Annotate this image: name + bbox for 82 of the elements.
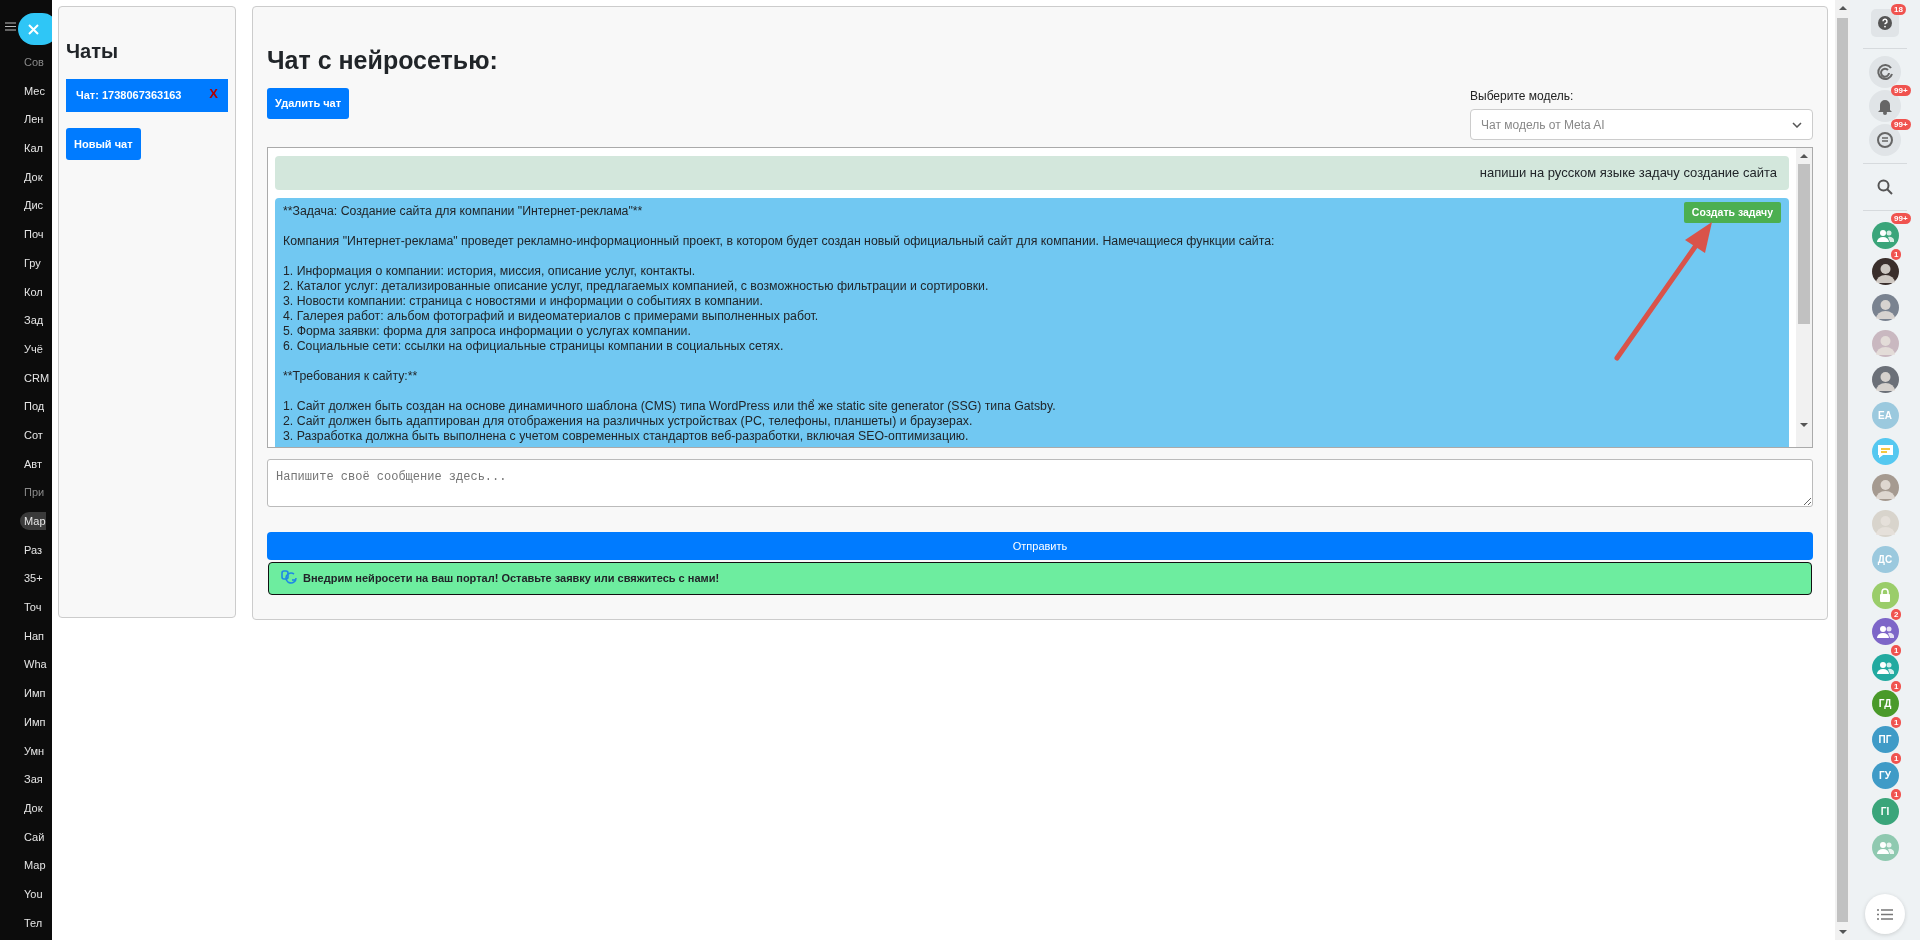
delete-chat-button[interactable]: Удалить чат	[267, 88, 350, 119]
count-badge: 1	[1891, 789, 1902, 800]
menu-item[interactable]: Умн	[24, 744, 45, 757]
list-button[interactable]	[1865, 894, 1905, 934]
menu-item[interactable]: Зая	[24, 773, 43, 786]
lock-icon	[1879, 588, 1891, 602]
panel-title: Чаты	[66, 39, 120, 63]
new-chat-button[interactable]: Новый чат	[66, 127, 141, 160]
chevron-icon	[1792, 121, 1802, 128]
people-icon	[1876, 660, 1894, 674]
chat-item[interactable]: Чат: 1738067363163 X	[66, 79, 228, 112]
menu-item[interactable]: Имп	[24, 715, 46, 728]
menu-item[interactable]: Имп	[24, 687, 46, 700]
send-button[interactable]: Отправить	[267, 532, 1813, 560]
scrollbar[interactable]	[1796, 148, 1812, 447]
menu-item[interactable]: Док	[24, 170, 43, 183]
count-badge: 99+	[1891, 119, 1911, 130]
people-icon	[1876, 840, 1894, 854]
model-select[interactable]: Чат модель от Meta AI	[1470, 109, 1813, 140]
count-badge: 1	[1891, 717, 1902, 728]
scroll-up-icon[interactable]	[1838, 4, 1847, 12]
chat-label: Чат: 1738067363163	[76, 88, 182, 103]
menu-item[interactable]: Мар	[20, 512, 46, 530]
menu-item[interactable]: Wha	[24, 658, 47, 671]
menu-item[interactable]: Тел	[24, 916, 43, 929]
scroll-down-icon[interactable]	[1838, 928, 1847, 936]
menu-section-label: Сов	[24, 56, 44, 68]
count-badge: 1	[1891, 645, 1902, 656]
menu-item[interactable]: 35+	[24, 572, 43, 585]
avatar[interactable]	[1871, 257, 1899, 285]
bell-icon	[1877, 97, 1893, 115]
close-icon	[28, 23, 39, 35]
chat-icon	[1876, 131, 1894, 149]
menu-item[interactable]: Сай	[24, 830, 45, 843]
field-label: Выберите модель:	[1470, 88, 1575, 105]
help-icon	[1878, 16, 1892, 30]
menu-item[interactable]: Сот	[24, 428, 43, 441]
menu-item[interactable]: Кал	[24, 142, 43, 155]
menu-item[interactable]: Нап	[24, 629, 45, 642]
menu-item[interactable]: Учё	[24, 342, 43, 355]
count-badge: 1	[1891, 753, 1902, 764]
menu-item[interactable]: Лен	[24, 113, 44, 126]
message-icon	[1876, 443, 1894, 459]
people-icon	[1876, 624, 1894, 638]
scrollbar[interactable]	[1835, 0, 1850, 940]
count-badge: 1	[1891, 681, 1902, 692]
menu-item[interactable]: Точ	[24, 601, 42, 614]
scroll-down-icon[interactable]	[1800, 421, 1808, 429]
assistant-message: **Задача: Создание сайта для компании "Интернет-реклама"** Компания "Интернет-реклама" проведет рекламно-информационный проект, в котором будет создан новый официальный сайт для компании. Намечащиеся функции сайта: 1. Информация о компании: история, миссия, описание услуг, контакты. 2. Каталог услуг: детализированные описание услуг, предлагаемых компанией, с возможностью фильтрации и сортировки. 3. Новости компании: страница с новостями и информации о событиях в компании. 4. Галерея работ: альбом фотографий и видеоматериалов с примерами выполненных работ. 5. Форма заявки: форма для запроса информации о услугах компании. 6. Социальные сети: ссылки на официальные страницы компании в социальных сетях. **Требования к сайту:** 1. Сайт должен быть создан на основе динамичного шаблона (CMS) типа WordPress или thể же static site generator (SSG) типа Gatsby. 2. Сайт должен быть адаптирован для отображения на различных устройствах (PC, телефоны, планшеты) и браузерах. 3. Разработка должна быть выполнена с учетом современных стандартов веб-разработки, включая SEO-оптимизацию. Создать задачу	[275, 197, 1789, 447]
message-input[interactable]: Напишите своё сообщение здесь...	[267, 459, 1813, 507]
count-badge: 99+	[1891, 213, 1911, 224]
logo-icon	[281, 570, 297, 587]
count-badge: 18	[1891, 4, 1906, 15]
contact-avatar[interactable]: ГД	[1871, 689, 1899, 717]
count-badge: 1	[1891, 249, 1902, 260]
count-badge: 99+	[1891, 85, 1911, 96]
menu-item[interactable]: Зад	[24, 314, 44, 327]
menu-item[interactable]: Авт	[24, 457, 42, 470]
banner-text: Внедрим нейросети на ваш портал! Оставьте заявку или свяжитесь с нами!	[303, 571, 720, 586]
menu-item[interactable]: Кол	[24, 285, 43, 298]
spiral-icon	[1876, 63, 1894, 81]
menu-item[interactable]: Под	[24, 400, 45, 413]
people-icon	[1876, 228, 1894, 242]
menu-item[interactable]: Поч	[24, 228, 44, 241]
menu-item[interactable]: You	[24, 887, 43, 900]
menu-item[interactable]: Дис	[24, 199, 44, 212]
menu-item[interactable]: Гру	[24, 256, 41, 269]
menu-section-label: При	[24, 486, 45, 499]
count-badge: 2	[1891, 609, 1902, 620]
menu-item[interactable]: CRM	[24, 371, 50, 384]
spiral-button[interactable]	[1869, 56, 1901, 88]
search-icon	[1877, 179, 1893, 195]
close-button[interactable]	[18, 13, 52, 45]
menu-item[interactable]: Раз	[24, 543, 42, 556]
menu-item[interactable]: Док	[24, 801, 43, 814]
list-icon	[1877, 908, 1893, 920]
user-message: напиши на русском языке задачу создание сайта	[275, 156, 1789, 190]
menu-item[interactable]: Мар	[24, 859, 46, 872]
scroll-up-icon[interactable]	[1800, 152, 1808, 160]
menu-item[interactable]: Мес	[24, 84, 45, 97]
menu-icon[interactable]	[5, 22, 16, 31]
page-title: Чат с нейросетью:	[267, 45, 499, 75]
